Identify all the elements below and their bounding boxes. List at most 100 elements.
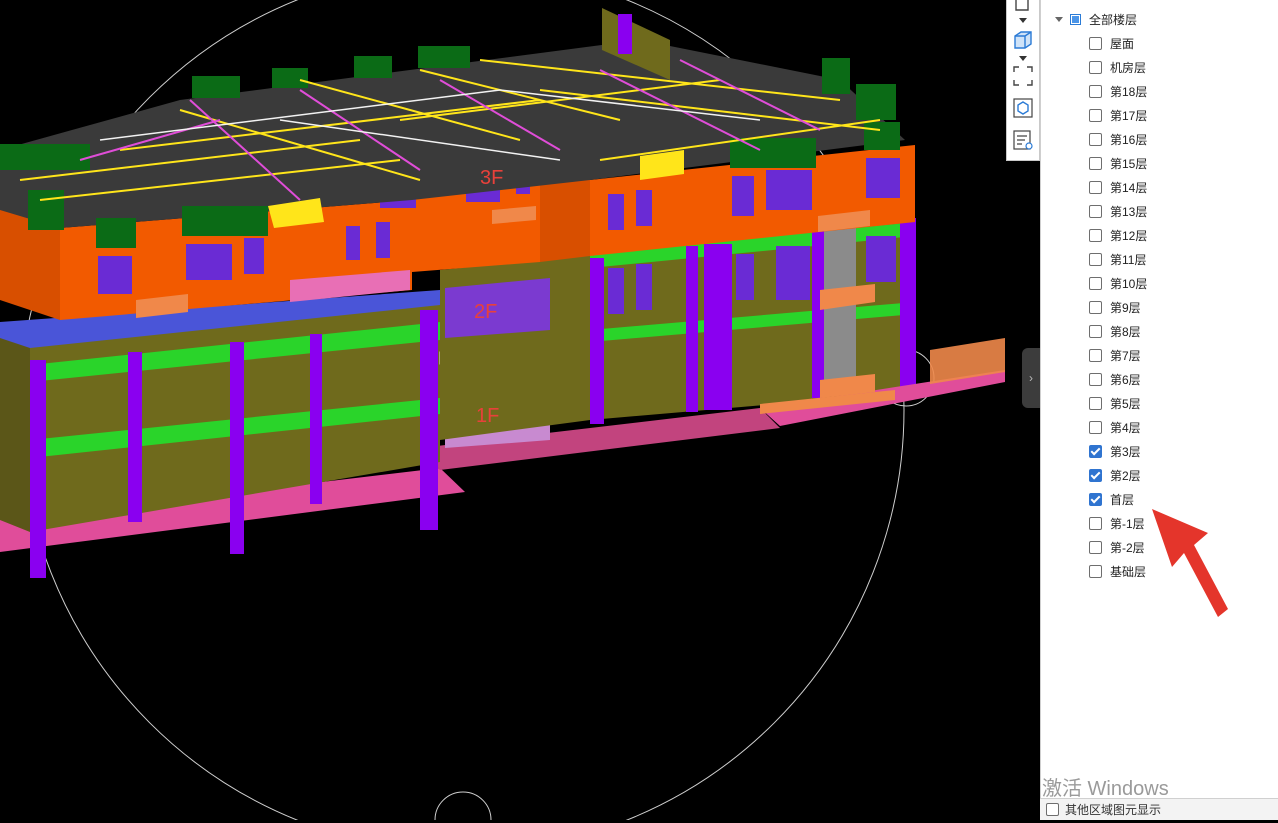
- other-region-toggle[interactable]: 其他区域图元显示: [1040, 798, 1278, 820]
- floor-label: 第13层: [1110, 204, 1148, 219]
- floor-row[interactable]: 第12层: [1089, 223, 1147, 247]
- floor-checkbox[interactable]: [1089, 60, 1102, 74]
- floor-checkbox[interactable]: [1089, 420, 1102, 434]
- window: [866, 158, 900, 198]
- floor-row[interactable]: 第16层: [1089, 127, 1147, 151]
- parapet: [822, 58, 850, 94]
- center-2f-room: [445, 278, 550, 338]
- floor-row[interactable]: 第15层: [1089, 151, 1147, 175]
- floor-checkbox[interactable]: [1089, 156, 1102, 170]
- floor-label: 第8层: [1110, 324, 1141, 339]
- floor-row[interactable]: 第11层: [1089, 247, 1146, 271]
- floor-checkbox[interactable]: [1089, 492, 1102, 506]
- column: [30, 360, 46, 578]
- left-block-side: [0, 330, 30, 532]
- orbit-handle-bottom[interactable]: [434, 791, 492, 820]
- window: [776, 246, 810, 300]
- watermark-line1: 激活 Windows: [1042, 778, 1169, 800]
- 3d-model-viewport[interactable]: 3F 2F 1F: [0, 0, 1040, 820]
- floor-label: 屋面: [1110, 36, 1135, 51]
- floor-checkbox[interactable]: [1089, 204, 1102, 218]
- floor-label: 第9层: [1110, 300, 1141, 315]
- floor-row[interactable]: 屋面: [1089, 31, 1134, 55]
- floor-row[interactable]: 基础层: [1089, 559, 1146, 583]
- floor-row[interactable]: 第3层: [1089, 439, 1141, 463]
- parapet: [0, 144, 90, 170]
- floor-row[interactable]: 第10层: [1089, 271, 1147, 295]
- other-region-checkbox[interactable]: [1046, 803, 1059, 816]
- cube-icon[interactable]: [1011, 28, 1035, 52]
- expand-arrow-icon[interactable]: [1055, 16, 1063, 22]
- floor-label: 第2层: [1110, 468, 1141, 483]
- floor-checkbox[interactable]: [1089, 108, 1102, 122]
- floor-checkbox[interactable]: [1089, 468, 1102, 482]
- floor-checkbox[interactable]: [1089, 132, 1102, 146]
- roof-tower-window: [618, 14, 632, 54]
- window: [732, 176, 754, 216]
- floor-row[interactable]: 第7层: [1089, 343, 1141, 367]
- floor-row[interactable]: 第13层: [1089, 199, 1147, 223]
- floor-checkbox[interactable]: [1089, 228, 1102, 242]
- window: [186, 244, 232, 280]
- floor-checkbox[interactable]: [1089, 348, 1102, 362]
- column: [686, 246, 698, 412]
- all-floors-checkbox[interactable]: [1070, 13, 1081, 25]
- selection-frame-icon[interactable]: [1011, 64, 1035, 88]
- column: [420, 310, 438, 530]
- floor-label: 首层: [1110, 492, 1135, 507]
- floor-checkbox[interactable]: [1089, 372, 1102, 386]
- floor-checkbox[interactable]: [1089, 444, 1102, 458]
- window: [636, 264, 652, 310]
- red-arrow-annotation: [1152, 509, 1228, 617]
- window: [376, 222, 390, 258]
- panel-collapse-handle[interactable]: ›: [1022, 348, 1040, 408]
- floor-checkbox[interactable]: [1089, 36, 1102, 50]
- all-floors-label: 全部楼层: [1089, 12, 1138, 27]
- cube-settings-icon[interactable]: [1011, 96, 1035, 120]
- floor-checkbox[interactable]: [1089, 540, 1102, 554]
- floor-row[interactable]: 第5层: [1089, 391, 1141, 415]
- floor-label: 第10层: [1110, 276, 1148, 291]
- floor-checkbox[interactable]: [1089, 276, 1102, 290]
- cube-dropdown-icon[interactable]: [1019, 56, 1027, 61]
- column: [704, 244, 732, 410]
- list-view-icon[interactable]: [1011, 128, 1035, 152]
- floor-row[interactable]: 第2层: [1089, 463, 1141, 487]
- column: [590, 258, 604, 424]
- window: [98, 256, 132, 294]
- floor-checkbox[interactable]: [1089, 564, 1102, 578]
- tree-root-all-floors[interactable]: 全部楼层: [1055, 7, 1137, 31]
- floor-row[interactable]: 第17层: [1089, 103, 1147, 127]
- floor-checkbox[interactable]: [1089, 300, 1102, 314]
- box-view-dropdown-icon[interactable]: [1019, 18, 1027, 23]
- floor-checkbox[interactable]: [1089, 180, 1102, 194]
- floor-label-2f: 2F: [474, 301, 497, 323]
- floor-row[interactable]: 第9层: [1089, 295, 1141, 319]
- floor-row[interactable]: 首层: [1089, 487, 1134, 511]
- box-view-icon[interactable]: [1011, 0, 1035, 18]
- floor-checkbox[interactable]: [1089, 324, 1102, 338]
- floor-checkbox[interactable]: [1089, 252, 1102, 266]
- parapet: [182, 206, 268, 236]
- other-region-label: 其他区域图元显示: [1065, 803, 1162, 817]
- floor-checkbox[interactable]: [1089, 84, 1102, 98]
- floor-row[interactable]: 第8层: [1089, 319, 1141, 343]
- column: [230, 342, 244, 554]
- floor-checkbox[interactable]: [1089, 396, 1102, 410]
- floor-row[interactable]: 第14层: [1089, 175, 1147, 199]
- window: [636, 190, 652, 226]
- floor-row[interactable]: 第-1层: [1089, 511, 1145, 535]
- parapet: [864, 122, 900, 150]
- floor-label: 第14层: [1110, 180, 1148, 195]
- floor-checkbox[interactable]: [1089, 516, 1102, 530]
- column: [128, 352, 142, 522]
- floor-row[interactable]: 第4层: [1089, 415, 1141, 439]
- floor-row[interactable]: 机房层: [1089, 55, 1146, 79]
- floor-row[interactable]: 第18层: [1089, 79, 1147, 103]
- building-model[interactable]: 3F 2F 1F: [0, 0, 1040, 820]
- floor-label: 机房层: [1110, 60, 1147, 75]
- floor-label: 第16层: [1110, 132, 1148, 147]
- floor-label: 第5层: [1110, 396, 1141, 411]
- floor-row[interactable]: 第6层: [1089, 367, 1141, 391]
- floor-row[interactable]: 第-2层: [1089, 535, 1145, 559]
